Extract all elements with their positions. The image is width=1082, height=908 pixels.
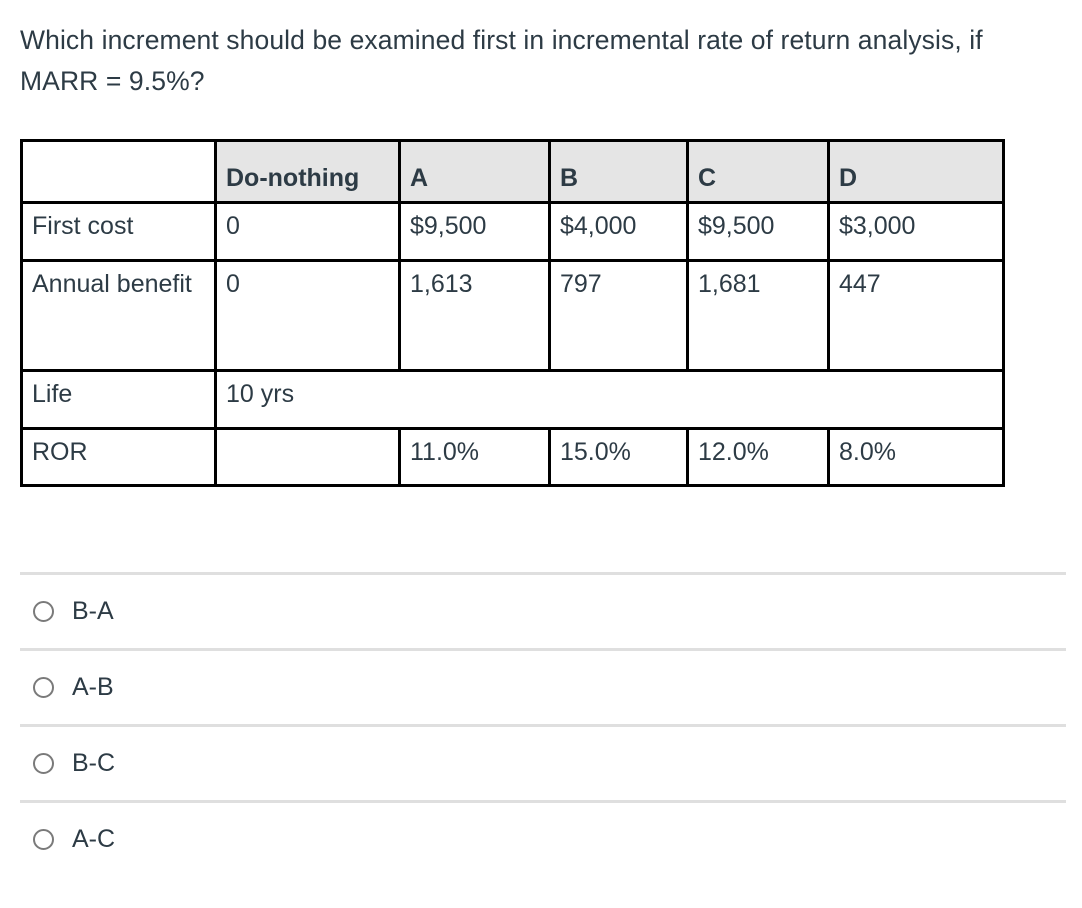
cell-first-cost-b: $4,000 [548, 201, 689, 262]
answer-option-b-c[interactable]: B-C [20, 724, 1066, 800]
answer-option-label: A-C [72, 825, 116, 853]
cell-life-value: 10 yrs [214, 369, 1005, 430]
row-label-life: Life [20, 369, 217, 430]
table-header-do-nothing: Do-nothing [214, 139, 401, 204]
cell-annual-benefit-do-nothing: 0 [214, 259, 401, 372]
cell-ror-do-nothing [214, 427, 401, 487]
radio-button-icon[interactable] [33, 753, 54, 774]
cell-ror-a: 11.0% [398, 427, 551, 487]
answer-option-a-b[interactable]: A-B [20, 648, 1066, 724]
cell-ror-d: 8.0% [827, 427, 1005, 487]
cell-first-cost-do-nothing: 0 [214, 201, 401, 262]
table-header-row: Do-nothing A B C D [20, 139, 1005, 204]
answer-option-label: B-C [72, 749, 116, 777]
answer-option-b-a[interactable]: B-A [20, 572, 1066, 648]
row-label-annual-benefit: Annual benefit [20, 259, 217, 372]
table-header-a: A [398, 139, 551, 204]
cell-first-cost-d: $3,000 [827, 201, 1005, 262]
cell-ror-b: 15.0% [548, 427, 689, 487]
table-row: Life 10 yrs [20, 369, 1005, 430]
table-row: First cost 0 $9,500 $4,000 $9,500 $3,000 [20, 201, 1005, 262]
answer-options-list: B-A A-B B-C A-C [20, 572, 1066, 876]
cell-annual-benefit-c: 1,681 [686, 259, 830, 372]
answer-option-label: B-A [72, 597, 114, 625]
cell-annual-benefit-b: 797 [548, 259, 689, 372]
row-label-ror: ROR [20, 427, 217, 487]
radio-button-icon[interactable] [33, 677, 54, 698]
cell-ror-c: 12.0% [686, 427, 830, 487]
radio-button-icon[interactable] [33, 829, 54, 850]
table-row: Annual benefit 0 1,613 797 1,681 447 [20, 259, 1005, 372]
table-header: Do-nothing A B C D [20, 139, 1005, 204]
answer-option-a-c[interactable]: A-C [20, 800, 1066, 876]
answer-option-label: A-B [72, 673, 114, 701]
row-label-first-cost: First cost [20, 201, 217, 262]
alternatives-comparison-table: Do-nothing A B C D First cost 0 $9,500 $… [20, 139, 1005, 487]
table-header-b: B [548, 139, 689, 204]
cell-annual-benefit-d: 447 [827, 259, 1005, 372]
table-header-d: D [827, 139, 1005, 204]
cell-first-cost-c: $9,500 [686, 201, 830, 262]
radio-button-icon[interactable] [33, 601, 54, 622]
table-header-c: C [686, 139, 830, 204]
question-text: Which increment should be examined first… [20, 25, 983, 97]
cell-first-cost-a: $9,500 [398, 201, 551, 262]
cell-annual-benefit-a: 1,613 [398, 259, 551, 372]
table-body: First cost 0 $9,500 $4,000 $9,500 $3,000… [20, 201, 1005, 487]
table-header-corner [20, 139, 217, 204]
table-row: ROR 11.0% 15.0% 12.0% 8.0% [20, 427, 1005, 487]
